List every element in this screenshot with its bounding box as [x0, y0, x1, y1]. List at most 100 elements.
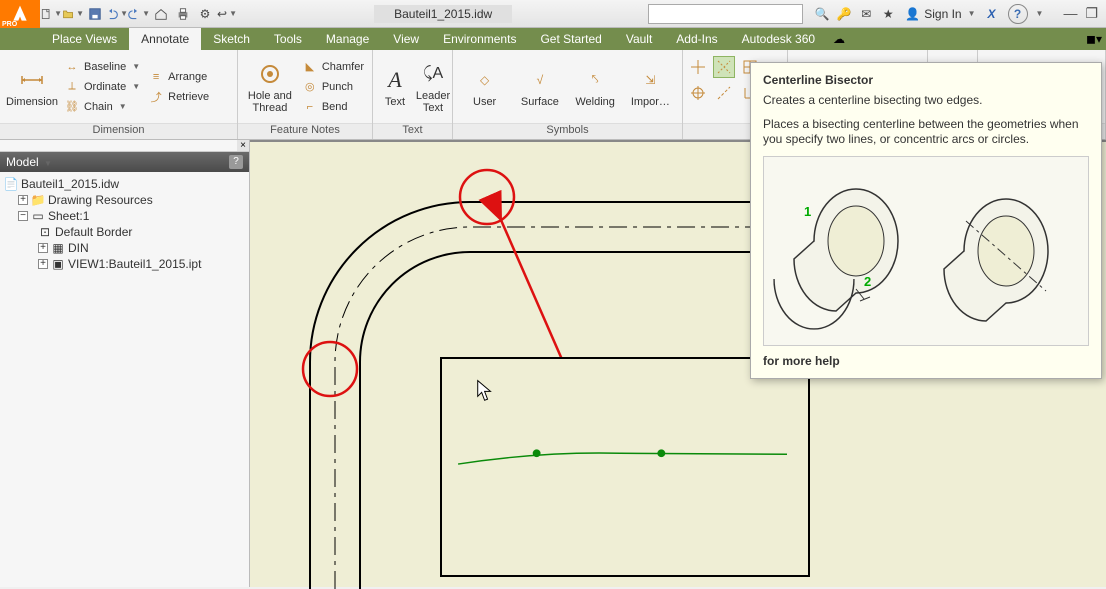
browser-title: Model [6, 155, 39, 169]
exchange-icon[interactable]: X [988, 7, 996, 21]
tooltip-desc1: Creates a centerline bisecting two edges… [763, 93, 1089, 109]
tab-manage[interactable]: Manage [314, 28, 381, 50]
qa-return-button[interactable]: ↩▼ [216, 3, 238, 25]
panel-title-dimension: Dimension [0, 123, 237, 139]
tooltip-title: Centerline Bisector [763, 73, 1089, 87]
detail-view [440, 357, 810, 577]
qa-undo-button[interactable]: ▼ [106, 3, 128, 25]
ordinate-button[interactable]: ⟂Ordinate▼ [62, 78, 142, 96]
search-input[interactable] [648, 4, 803, 24]
collapse-icon[interactable]: − [18, 211, 28, 221]
qa-print-button[interactable] [172, 3, 194, 25]
tab-annotate[interactable]: Annotate [129, 28, 201, 50]
qa-save-button[interactable] [84, 3, 106, 25]
chamfer-button[interactable]: ◣Chamfer [300, 58, 366, 76]
tree-root[interactable]: 📄Bauteil1_2015.idw [4, 176, 245, 192]
retrieve-button[interactable]: ⤴Retrieve [146, 88, 211, 106]
doc-icon: 📄 [4, 177, 18, 191]
app-menu-button[interactable]: PRO [0, 0, 40, 28]
ribbon-tabs: Place Views Annotate Sketch Tools Manage… [0, 28, 1106, 50]
expand-icon[interactable]: + [18, 195, 28, 205]
tab-sketch[interactable]: Sketch [201, 28, 262, 50]
browser-close-button[interactable]: × [237, 140, 249, 151]
border-icon: ⊡ [38, 225, 52, 239]
text-button[interactable]: A Text [379, 54, 411, 119]
tab-cloud-icon[interactable]: ☁ [827, 28, 851, 50]
tree-din[interactable]: +▦DIN [4, 240, 245, 256]
surface-button[interactable]: √Surface [514, 54, 565, 119]
svg-text:1: 1 [804, 204, 811, 219]
user-symbol-icon: ◇ [471, 66, 499, 94]
model-browser: × Model ▼ ? 📄Bauteil1_2015.idw +📁Drawing… [0, 140, 250, 587]
chain-button[interactable]: ⛓Chain▼ [62, 98, 142, 116]
punch-button[interactable]: ◎Punch [300, 78, 366, 96]
welding-button[interactable]: ⤣Welding [570, 54, 621, 119]
chain-icon: ⛓ [64, 99, 80, 115]
favorite-icon[interactable]: ★ [877, 3, 899, 25]
leader-text-button[interactable]: ⤹A Leader Text [415, 54, 451, 119]
window-minimize-button[interactable]: — [1063, 5, 1077, 22]
chamfer-icon: ◣ [302, 59, 318, 75]
text-icon: A [381, 66, 409, 94]
titleblock-icon: ▦ [51, 241, 65, 255]
qa-redo-button[interactable]: ▼ [128, 3, 150, 25]
hole-thread-button[interactable]: Hole and Thread [244, 54, 296, 119]
expand-icon[interactable]: + [38, 243, 48, 253]
qa-settings-button[interactable]: ⚙ [194, 3, 216, 25]
baseline-icon: ↔ [64, 59, 80, 75]
tab-autodesk-360[interactable]: Autodesk 360 [730, 28, 827, 50]
browser-header[interactable]: Model ▼ ? [0, 152, 249, 172]
tab-view[interactable]: View [381, 28, 431, 50]
detail-geometry [442, 359, 808, 575]
panel-title-feature: Feature Notes [238, 123, 372, 139]
tab-place-views[interactable]: Place Views [40, 28, 129, 50]
title-bar: PRO ▼ ▼ ▼ ▼ ⚙ ↩▼ Bauteil1_2015.idw 🔍 🔑 ✉… [0, 0, 1106, 28]
window-restore-button[interactable]: ❐ [1085, 5, 1098, 22]
tree-view1[interactable]: +▣VIEW1:Bauteil1_2015.ipt [4, 256, 245, 272]
expand-icon[interactable]: + [38, 259, 48, 269]
ribbon-collapse-button[interactable]: ◼▾ [1082, 28, 1106, 50]
tree-sheet1[interactable]: −▭Sheet:1 [4, 208, 245, 224]
tab-environments[interactable]: Environments [431, 28, 528, 50]
arrange-icon: ≡ [148, 69, 164, 85]
browser-tree: 📄Bauteil1_2015.idw +📁Drawing Resources −… [0, 172, 249, 276]
qa-new-button[interactable]: ▼ [40, 3, 62, 25]
centermark-button[interactable] [687, 56, 709, 78]
import-button[interactable]: ⇲Impor… [625, 54, 676, 119]
dimension-button[interactable]: Dimension [6, 54, 58, 119]
qa-home-button[interactable] [150, 3, 172, 25]
dimension-icon [18, 66, 46, 94]
tree-default-border[interactable]: ⊡Default Border [4, 224, 245, 240]
panel-feature-notes: Hole and Thread ◣Chamfer ◎Punch ⌐Bend Fe… [238, 50, 373, 139]
tab-tools[interactable]: Tools [262, 28, 314, 50]
panel-title-symbols: Symbols [453, 123, 682, 139]
panel-dimension: Dimension ↔Baseline▼ ⟂Ordinate▼ ⛓Chain▼ … [0, 50, 238, 139]
retrieve-icon: ⤴ [148, 89, 164, 105]
user-symbol-button[interactable]: ◇User [459, 54, 510, 119]
tooltip-preview-image: 1 2 [763, 156, 1089, 346]
leader-icon: ⤹A [419, 60, 447, 88]
centerline-bisector-button[interactable] [713, 56, 735, 78]
browser-help-button[interactable]: ? [229, 155, 243, 169]
sign-in-button[interactable]: 👤 Sign In ▼ [899, 5, 981, 23]
folder-icon: 📁 [31, 193, 45, 207]
tab-vault[interactable]: Vault [614, 28, 664, 50]
panel-symbols: ◇User √Surface ⤣Welding ⇲Impor… Symbols [453, 50, 683, 139]
tree-drawing-resources[interactable]: +📁Drawing Resources [4, 192, 245, 208]
search-submit-icon[interactable]: 🔍 [811, 3, 833, 25]
tab-add-ins[interactable]: Add-Ins [664, 28, 729, 50]
arrange-button[interactable]: ≡Arrange [146, 68, 211, 86]
tab-get-started[interactable]: Get Started [528, 28, 613, 50]
qa-open-button[interactable]: ▼ [62, 3, 84, 25]
key-icon[interactable]: 🔑 [833, 3, 855, 25]
baseline-button[interactable]: ↔Baseline▼ [62, 58, 142, 76]
ordinate-icon: ⟂ [64, 79, 80, 95]
surface-icon: √ [526, 66, 554, 94]
help-button[interactable]: ? [1008, 4, 1028, 24]
document-title: Bauteil1_2015.idw [374, 5, 512, 23]
center-mark-button[interactable] [687, 82, 709, 104]
comm-icon[interactable]: ✉ [855, 3, 877, 25]
sheet-icon: ▭ [31, 209, 45, 223]
bend-button[interactable]: ⌐Bend [300, 98, 366, 116]
axis-button[interactable] [713, 82, 735, 104]
